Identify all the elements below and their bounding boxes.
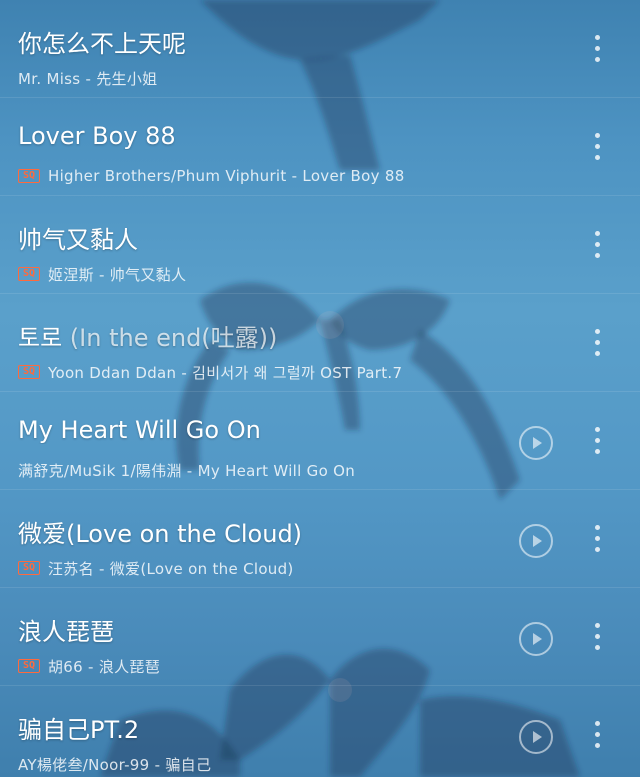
song-list: 你怎么不上天呢 Mr. Miss - 先生小姐 Lover Boy 88 SQ …	[0, 0, 640, 777]
song-title: Lover Boy 88	[18, 122, 176, 150]
song-row[interactable]: 토로 (In the end(吐露)) SQ Yoon Ddan Ddan - …	[0, 294, 640, 392]
play-circle-icon	[533, 633, 542, 645]
song-subtitle: Mr. Miss - 先生小姐	[18, 67, 530, 89]
artist-album-text: 胡66 - 浪人琵琶	[48, 657, 161, 676]
song-row[interactable]: Lover Boy 88 SQ Higher Brothers/Phum Vip…	[0, 98, 640, 196]
song-row[interactable]: 帅气又黏人 SQ 姬涅斯 - 帅气又黏人	[0, 196, 640, 294]
more-options-button[interactable]	[584, 616, 612, 660]
more-options-button[interactable]	[584, 126, 612, 170]
artist-album-text: AY楊佬叁/Noor-99 - 骗自己	[18, 755, 212, 774]
song-title: 你怎么不上天呢	[18, 30, 186, 58]
song-title: 微爱(Love on the Cloud)	[18, 520, 303, 548]
more-vertical-icon	[595, 231, 601, 261]
sq-quality-badge: SQ	[18, 267, 40, 281]
play-mv-button[interactable]	[519, 426, 553, 460]
artist-album-text: 汪苏名 - 微爱(Love on the Cloud)	[48, 559, 294, 578]
play-circle-icon	[533, 535, 542, 547]
song-title-suffix: (In the end(吐露))	[62, 324, 278, 352]
artist-album-text: Mr. Miss - 先生小姐	[18, 69, 158, 88]
sq-quality-badge: SQ	[18, 659, 40, 673]
song-subtitle: AY楊佬叁/Noor-99 - 骗自己	[18, 753, 530, 775]
song-subtitle: 满舒克/MuSik 1/陽伟淵 - My Heart Will Go On	[18, 459, 530, 481]
more-vertical-icon	[595, 623, 601, 653]
artist-album-text: Yoon Ddan Ddan - 김비서가 왜 그럴까 OST Part.7	[48, 363, 403, 382]
more-vertical-icon	[595, 35, 601, 65]
song-subtitle: SQ 胡66 - 浪人琵琶	[18, 655, 530, 677]
sq-quality-badge: SQ	[18, 365, 40, 379]
song-row[interactable]: 骗自己PT.2 AY楊佬叁/Noor-99 - 骗自己	[0, 686, 640, 777]
play-mv-button[interactable]	[519, 720, 553, 754]
sq-quality-badge: SQ	[18, 169, 40, 183]
more-options-button[interactable]	[584, 28, 612, 72]
more-vertical-icon	[595, 133, 601, 163]
song-title: 帅气又黏人	[18, 226, 138, 254]
artist-album-text: Higher Brothers/Phum Viphurit - Lover Bo…	[48, 167, 405, 185]
song-subtitle: SQ 姬涅斯 - 帅气又黏人	[18, 263, 530, 285]
song-title: 骗自己PT.2	[18, 716, 140, 744]
song-row[interactable]: 微爱(Love on the Cloud) SQ 汪苏名 - 微爱(Love o…	[0, 490, 640, 588]
more-vertical-icon	[595, 427, 601, 457]
sq-quality-badge: SQ	[18, 561, 40, 575]
more-vertical-icon	[595, 329, 601, 359]
song-row[interactable]: 浪人琵琶 SQ 胡66 - 浪人琵琶	[0, 588, 640, 686]
song-title: My Heart Will Go On	[18, 416, 261, 444]
more-options-button[interactable]	[584, 518, 612, 562]
more-vertical-icon	[595, 525, 601, 555]
song-subtitle: SQ 汪苏名 - 微爱(Love on the Cloud)	[18, 557, 530, 579]
play-circle-icon	[533, 731, 542, 743]
more-vertical-icon	[595, 721, 601, 751]
more-options-button[interactable]	[584, 420, 612, 464]
play-mv-button[interactable]	[519, 622, 553, 656]
more-options-button[interactable]	[584, 322, 612, 366]
song-row[interactable]: 你怎么不上天呢 Mr. Miss - 先生小姐	[0, 0, 640, 98]
song-row[interactable]: My Heart Will Go On 满舒克/MuSik 1/陽伟淵 - My…	[0, 392, 640, 490]
song-subtitle: SQ Higher Brothers/Phum Viphurit - Lover…	[18, 165, 530, 187]
more-options-button[interactable]	[584, 224, 612, 268]
play-circle-icon	[533, 437, 542, 449]
play-mv-button[interactable]	[519, 524, 553, 558]
song-title: 토로 (In the end(吐露))	[18, 324, 278, 352]
song-list-screen: 你怎么不上天呢 Mr. Miss - 先生小姐 Lover Boy 88 SQ …	[0, 0, 640, 777]
artist-album-text: 姬涅斯 - 帅气又黏人	[48, 265, 187, 284]
more-options-button[interactable]	[584, 714, 612, 758]
song-title: 浪人琵琶	[18, 618, 114, 646]
song-subtitle: SQ Yoon Ddan Ddan - 김비서가 왜 그럴까 OST Part.…	[18, 361, 530, 383]
artist-album-text: 满舒克/MuSik 1/陽伟淵 - My Heart Will Go On	[18, 461, 356, 480]
